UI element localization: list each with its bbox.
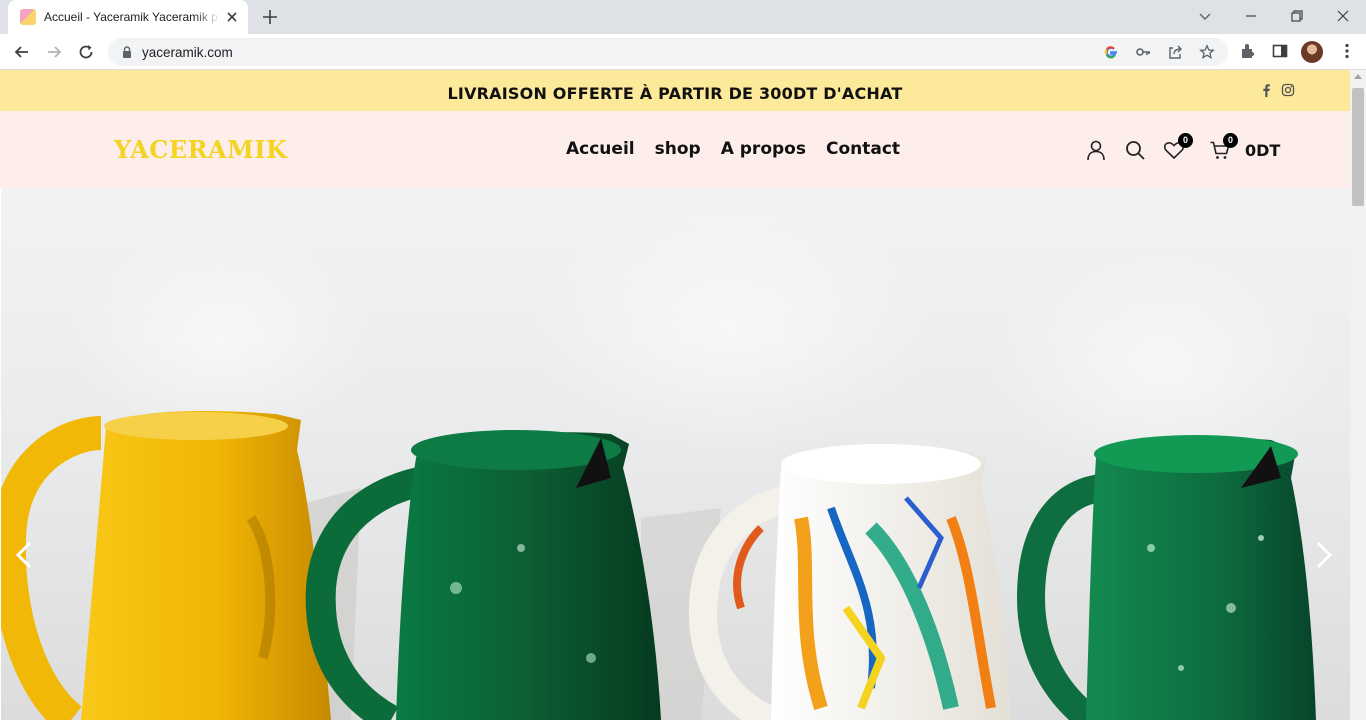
close-window-icon[interactable] [1333,6,1353,26]
nav-accueil[interactable]: Accueil [566,139,635,159]
favicon-icon [20,9,36,25]
bookmark-star-icon[interactable] [1199,44,1215,60]
new-tab-icon[interactable] [260,7,280,27]
page-scrollbar[interactable] [1350,70,1366,720]
cart-total[interactable]: 0DT [1245,141,1280,160]
search-icon[interactable] [1124,139,1146,161]
address-bar[interactable]: yaceramik.com [108,38,1228,66]
lock-icon[interactable] [120,45,134,59]
tab-search-icon[interactable] [1195,6,1215,26]
prev-slide-icon[interactable] [13,540,35,570]
back-icon[interactable] [12,42,32,62]
key-icon[interactable] [1135,44,1151,60]
next-slide-icon[interactable] [1313,540,1335,570]
browser-tabstrip: Accueil - Yaceramik Yaceramik pr [0,0,1366,34]
site-header: YACERAMIK Accueil shop A propos Contact … [0,111,1350,188]
scroll-up-arrow-icon[interactable] [1354,74,1362,79]
google-icon[interactable] [1103,44,1119,60]
site-logo[interactable]: YACERAMIK [114,135,287,164]
promo-text: LIVRAISON OFFERTE À PARTIR DE 300DT D'AC… [447,84,903,103]
wishlist-count-badge: 0 [1178,133,1193,148]
restore-icon[interactable] [1287,6,1307,26]
browser-toolbar: yaceramik.com [0,34,1366,70]
forward-icon[interactable] [44,42,64,62]
side-panel-icon[interactable] [1271,42,1289,60]
promo-bar: LIVRAISON OFFERTE À PARTIR DE 300DT D'AC… [0,70,1350,111]
main-nav: Accueil shop A propos Contact [566,139,900,159]
facebook-icon[interactable] [1259,83,1273,97]
reload-icon[interactable] [76,42,96,62]
hero-slider [1,188,1350,720]
nav-a-propos[interactable]: A propos [721,139,806,159]
menu-dots-icon[interactable] [1338,42,1356,60]
minimize-icon[interactable] [1241,6,1261,26]
tab-title: Accueil - Yaceramik Yaceramik pr [44,10,220,24]
url-text[interactable]: yaceramik.com [142,45,233,60]
nav-contact[interactable]: Contact [826,139,900,159]
cart-count-badge: 0 [1223,133,1238,148]
profile-avatar[interactable] [1301,41,1323,63]
share-icon[interactable] [1167,44,1183,60]
close-tab-icon[interactable] [224,9,240,25]
browser-tab[interactable]: Accueil - Yaceramik Yaceramik pr [8,0,248,34]
page-viewport: LIVRAISON OFFERTE À PARTIR DE 300DT D'AC… [0,70,1350,720]
nav-shop[interactable]: shop [655,139,701,159]
scrollbar-thumb[interactable] [1352,88,1364,206]
instagram-icon[interactable] [1281,83,1295,97]
account-icon[interactable] [1085,139,1107,161]
hero-product-image[interactable] [1,188,1350,720]
extensions-icon[interactable] [1239,42,1257,60]
